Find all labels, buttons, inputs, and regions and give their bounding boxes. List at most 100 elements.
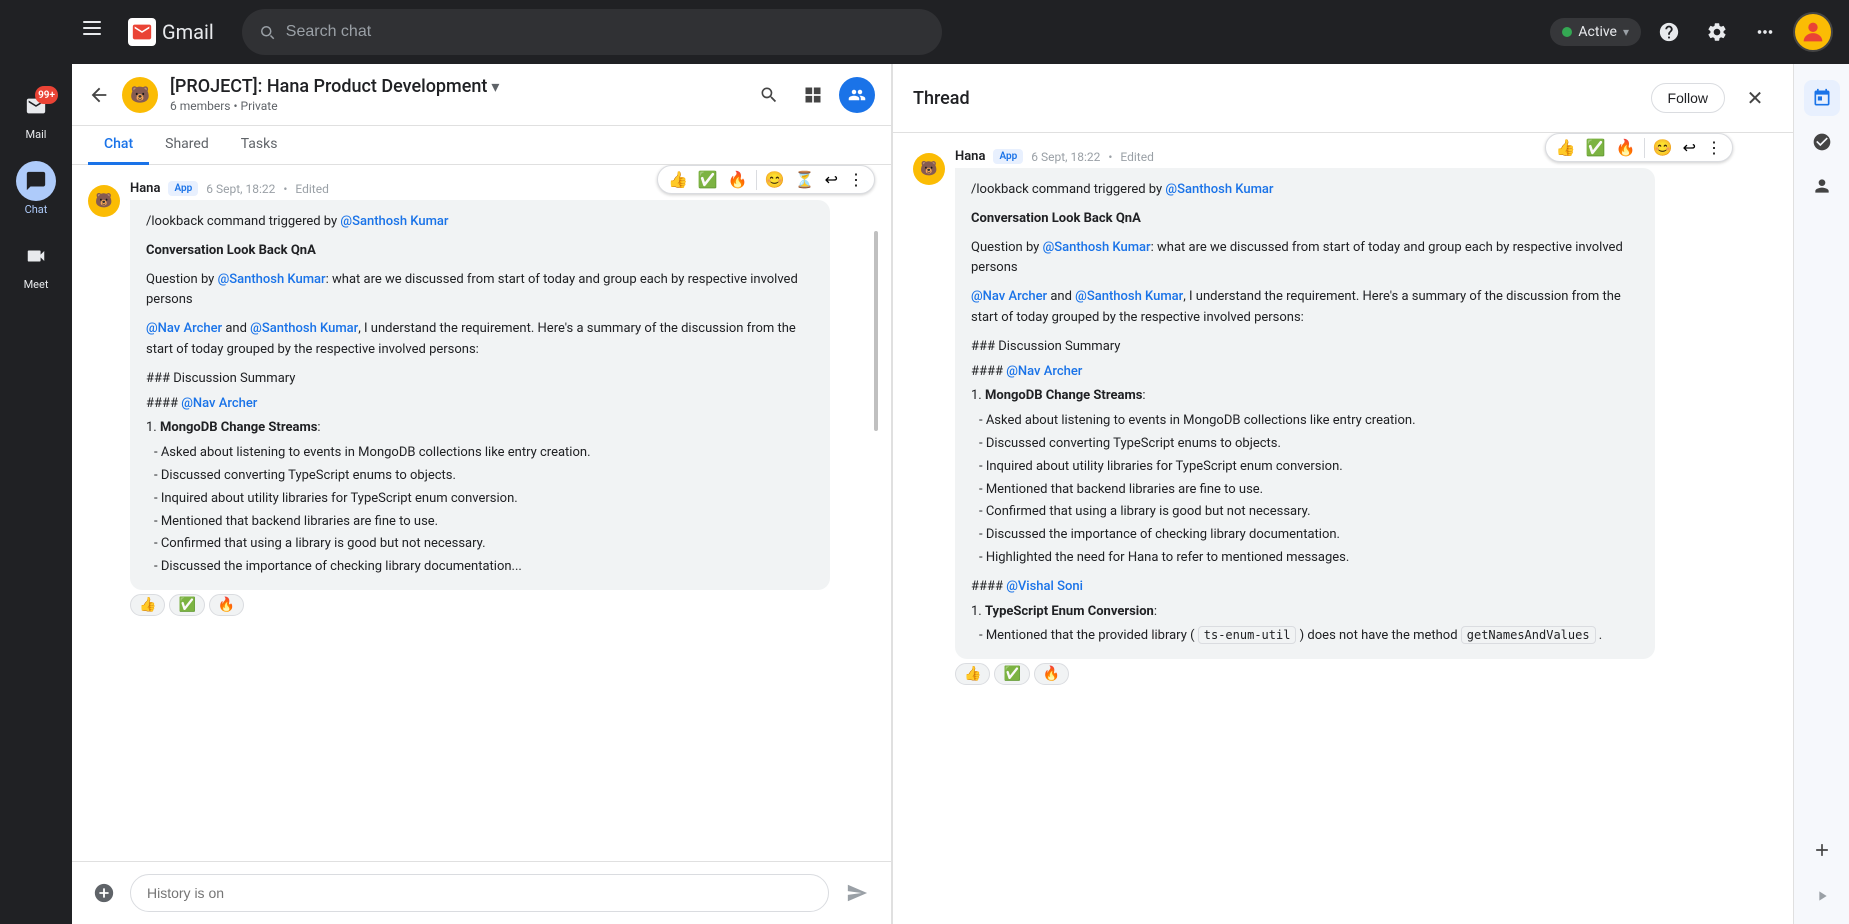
search-input[interactable] <box>286 23 926 41</box>
thread-ts-header: 1. TypeScript Enum Conversion: <box>971 602 1639 623</box>
thread-msg-reactions: 👍 ✅ 🔥 <box>955 663 1773 685</box>
thread-app-badge: App <box>993 149 1023 164</box>
thread-msg-bubble: /lookback command triggered by @Santhosh… <box>955 168 1655 659</box>
react-check[interactable]: ✅ <box>694 168 722 191</box>
chat-icon-wrap <box>16 161 56 201</box>
thread-mongodb-item4: - Mentioned that backend libraries are f… <box>971 480 1639 501</box>
add-attachment-button[interactable] <box>88 877 120 909</box>
mail-icon-wrap: 99+ <box>16 86 56 126</box>
active-status-button[interactable]: Active ▾ <box>1550 18 1641 46</box>
sidebar-item-mail[interactable]: 99+ Mail <box>0 80 72 147</box>
thread-mongodb-header: 1. MongoDB Change Streams: <box>971 386 1639 407</box>
chat-title: [PROJECT]: Hana Product Development ▾ <box>170 76 739 97</box>
thread-action-bar: 👍 ✅ 🔥 😊 ↩ ⋮ <box>1545 133 1733 162</box>
view-icon <box>803 85 823 105</box>
thread-react-thumbsup[interactable]: 👍 <box>1552 136 1580 159</box>
reaction-fire[interactable]: 🔥 <box>209 594 244 616</box>
emoji-button[interactable]: 😊 <box>761 168 789 191</box>
thread-question-prefix: Question by <box>971 240 1043 255</box>
sidebar-item-chat[interactable]: Chat <box>0 155 72 222</box>
people-button[interactable] <box>839 77 875 113</box>
response-intro: @Nav Archer and @Santhosh Kumar, I under… <box>146 319 814 361</box>
left-nav: 99+ Mail Chat Meet <box>0 64 72 924</box>
active-chevron: ▾ <box>1623 25 1629 39</box>
thread-react-check[interactable]: ✅ <box>1582 136 1610 159</box>
thread-mongodb-item1: - Asked about listening to events in Mon… <box>971 411 1639 432</box>
topbar-right: Active ▾ <box>1550 12 1833 52</box>
right-nav-expand[interactable] <box>1814 888 1830 924</box>
message-input[interactable] <box>130 874 829 912</box>
thread-reaction-thumbsup[interactable]: 👍 <box>955 663 990 685</box>
time-button[interactable]: ⏳ <box>791 168 819 191</box>
back-icon <box>88 84 110 106</box>
reaction-thumbsup[interactable]: 👍 <box>130 594 165 616</box>
message-action-bar: 👍 ✅ 🔥 😊 ⏳ ↩ ⋮ <box>657 165 875 194</box>
mongodb-item1: - Asked about listening to events in Mon… <box>146 443 814 464</box>
thread-mention-nav: @Nav Archer <box>971 289 1047 304</box>
follow-button[interactable]: Follow <box>1651 83 1725 113</box>
thread-react-fire[interactable]: 🔥 <box>1612 136 1640 159</box>
toggle-view-button[interactable] <box>795 77 831 113</box>
thread-conv-header: Conversation Look Back QnA <box>971 209 1639 230</box>
thread-ts-bold: TypeScript Enum Conversion <box>985 604 1154 619</box>
thread-vishal-header: #### @Vishal Soni <box>971 577 1639 598</box>
back-button[interactable] <box>88 84 110 106</box>
thread-response-text: , I understand the requirement. Here's a… <box>971 289 1621 325</box>
mention-nav-archer: @Nav Archer <box>181 396 257 411</box>
right-nav-calendar[interactable] <box>1804 80 1840 116</box>
mongodb-item4: - Mentioned that backend libraries are f… <box>146 512 814 533</box>
thread-mongodb-bold: MongoDB Change Streams <box>985 388 1142 403</box>
tab-chat[interactable]: Chat <box>88 126 149 165</box>
search-bar[interactable] <box>242 9 942 55</box>
thread-panel: Thread Follow ✕ 🐻 👍 ✅ 🔥 😊 ↩ ⋮ <box>892 64 1793 924</box>
right-nav-contacts[interactable] <box>1804 168 1840 204</box>
thread-ts-item1: - Mentioned that the provided library ( … <box>971 626 1639 647</box>
thread-sender-name: Hana <box>955 149 985 164</box>
reply-button[interactable]: ↩ <box>821 168 842 191</box>
action-separator <box>756 170 757 190</box>
thread-command-line: /lookback command triggered by @Santhosh… <box>971 180 1639 201</box>
settings-button[interactable] <box>1697 12 1737 52</box>
chat-messages: 🐻 👍 ✅ 🔥 😊 ⏳ ↩ ⋮ Hana <box>72 165 891 861</box>
thread-title: Thread <box>913 88 1639 109</box>
thread-vishal-mention: @Vishal Soni <box>1006 579 1083 594</box>
thread-mention-santhosh2: @Santhosh Kumar <box>1043 240 1151 255</box>
thread-mongodb-item7: - Highlighted the need for Hana to refer… <box>971 548 1639 569</box>
chat-title-chevron[interactable]: ▾ <box>491 77 499 96</box>
people-icon <box>848 86 866 104</box>
tab-shared[interactable]: Shared <box>149 126 225 165</box>
user-avatar[interactable] <box>1793 12 1833 52</box>
thread-messages: 🐻 👍 ✅ 🔥 😊 ↩ ⋮ Hana App <box>893 133 1793 924</box>
right-nav-add[interactable] <box>1812 840 1832 880</box>
gmail-wordmark: Gmail <box>162 20 214 44</box>
chat-label: Chat <box>25 203 48 216</box>
thread-emoji-btn[interactable]: 😊 <box>1649 136 1677 159</box>
right-nav-tasks[interactable] <box>1804 124 1840 160</box>
question-prefix: Question by <box>146 272 218 287</box>
thread-more-btn[interactable]: ⋮ <box>1702 136 1726 159</box>
search-chat-button[interactable] <box>751 77 787 113</box>
tab-tasks[interactable]: Tasks <box>225 126 294 165</box>
react-thumbsup[interactable]: 👍 <box>664 168 692 191</box>
send-button[interactable] <box>839 875 875 911</box>
thread-reaction-check[interactable]: ✅ <box>994 663 1029 685</box>
mail-badge: 99+ <box>35 86 58 104</box>
meet-label: Meet <box>24 278 49 291</box>
thread-nav-archer-mention: @Nav Archer <box>1006 364 1082 379</box>
thread-reaction-fire[interactable]: 🔥 <box>1034 663 1069 685</box>
react-fire[interactable]: 🔥 <box>724 168 752 191</box>
more-button[interactable]: ⋮ <box>844 168 868 191</box>
hamburger-button[interactable] <box>72 8 112 48</box>
search-icon <box>759 85 779 105</box>
thread-mongodb-item6: - Discussed the importance of checking l… <box>971 525 1639 546</box>
mention-santhosh2: @Santhosh Kumar <box>218 272 326 287</box>
get-names-values-code: getNamesAndValues <box>1461 626 1596 644</box>
thread-mongodb-item5: - Confirmed that using a library is good… <box>971 502 1639 523</box>
sidebar-item-meet[interactable]: Meet <box>0 230 72 297</box>
apps-button[interactable] <box>1745 12 1785 52</box>
thread-reply-btn[interactable]: ↩ <box>1679 136 1700 159</box>
close-thread-button[interactable]: ✕ <box>1737 80 1773 116</box>
reaction-check[interactable]: ✅ <box>169 594 204 616</box>
help-button[interactable] <box>1649 12 1689 52</box>
mongodb-item5: - Confirmed that using a library is good… <box>146 534 814 555</box>
